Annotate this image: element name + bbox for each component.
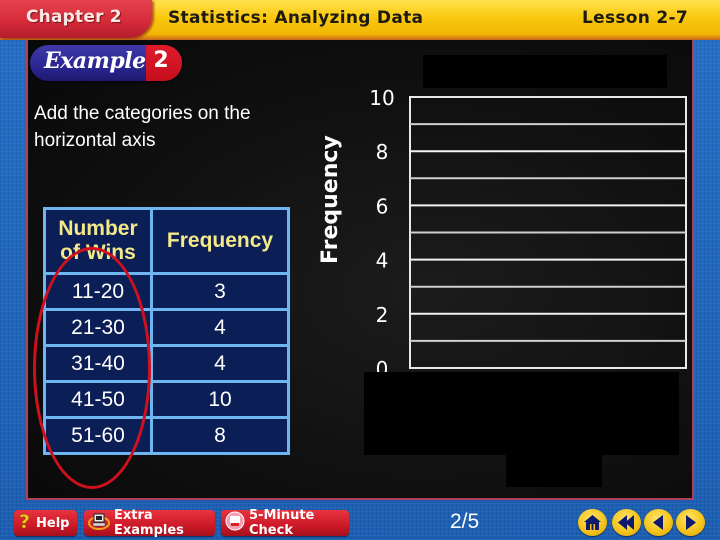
table-row: 51-60 8 bbox=[43, 416, 290, 455]
y-tick-label: 2 bbox=[376, 303, 389, 327]
five-minute-check-label: 5-Minute Check bbox=[249, 508, 315, 538]
previous-button[interactable] bbox=[644, 509, 673, 536]
y-tick-label: 8 bbox=[376, 140, 389, 164]
frequency-cell: 4 bbox=[150, 308, 290, 347]
y-tick-label: 4 bbox=[376, 249, 389, 273]
next-button[interactable] bbox=[676, 509, 705, 536]
previous-icon bbox=[653, 515, 663, 530]
bar-chart: 0246810 bbox=[369, 86, 687, 381]
example-badge: Example 2 bbox=[30, 45, 182, 81]
y-tick-label: 6 bbox=[376, 194, 389, 218]
header-title: Statistics: Analyzing Data bbox=[168, 8, 424, 28]
chapter-label: Chapter 2 bbox=[26, 7, 122, 27]
header-frequency: Frequency bbox=[150, 207, 290, 275]
extra-examples-label: Extra Examples bbox=[114, 508, 184, 538]
redacted-x-axis-title bbox=[506, 455, 602, 487]
lesson-label: Lesson 2-7 bbox=[581, 8, 688, 28]
home-icon bbox=[584, 515, 601, 530]
home-button[interactable] bbox=[578, 509, 607, 536]
table-header-row: Number of Wins Frequency bbox=[43, 207, 290, 275]
header-number-of-wins: Number of Wins bbox=[43, 207, 153, 275]
wins-cell: 31-40 bbox=[43, 344, 153, 383]
redacted-x-axis-labels bbox=[364, 372, 679, 455]
question-icon: ? bbox=[18, 511, 32, 535]
five-minute-check-button[interactable]: 5-Minute Check bbox=[221, 508, 349, 538]
extra-examples-button[interactable]: Extra Examples bbox=[84, 508, 215, 538]
instruction-text: Add the categories on the horizontal axi… bbox=[34, 103, 251, 151]
next-icon bbox=[686, 515, 696, 530]
first-slide-button[interactable] bbox=[612, 509, 641, 536]
redacted-chart-title bbox=[423, 55, 667, 88]
y-axis-title: Frequency bbox=[318, 135, 343, 264]
table-row: 31-40 4 bbox=[43, 344, 290, 383]
page-indicator: 2/5 bbox=[450, 510, 480, 533]
frequency-cell: 10 bbox=[150, 380, 290, 419]
example-number: 2 bbox=[153, 48, 169, 73]
wins-cell: 21-30 bbox=[43, 308, 153, 347]
help-button[interactable]: ? Help bbox=[14, 510, 77, 536]
svg-text:?: ? bbox=[19, 511, 30, 531]
table-row: 11-20 3 bbox=[43, 272, 290, 311]
wins-cell: 41-50 bbox=[43, 380, 153, 419]
frequency-cell: 3 bbox=[150, 272, 290, 311]
wins-cell: 11-20 bbox=[43, 272, 153, 311]
table-row: 21-30 4 bbox=[43, 308, 290, 347]
table-row: 41-50 10 bbox=[43, 380, 290, 419]
help-label: Help bbox=[36, 515, 70, 531]
clipboard-icon bbox=[225, 511, 245, 535]
y-tick-label: 10 bbox=[369, 86, 394, 110]
header-bar: Chapter 2 Statistics: Analyzing Data Les… bbox=[0, 0, 720, 40]
computer-icon bbox=[88, 511, 110, 535]
chapter-tab: Chapter 2 bbox=[0, 0, 152, 38]
frequency-cell: 4 bbox=[150, 344, 290, 383]
rewind-icon bbox=[618, 515, 634, 530]
frequency-cell: 8 bbox=[150, 416, 290, 455]
frequency-table: Number of Wins Frequency 11-20 3 21-30 4 31-… bbox=[43, 207, 290, 455]
example-label: Example bbox=[44, 48, 146, 74]
wins-cell: 51-60 bbox=[43, 416, 153, 455]
example-number-box: 2 bbox=[146, 45, 182, 81]
